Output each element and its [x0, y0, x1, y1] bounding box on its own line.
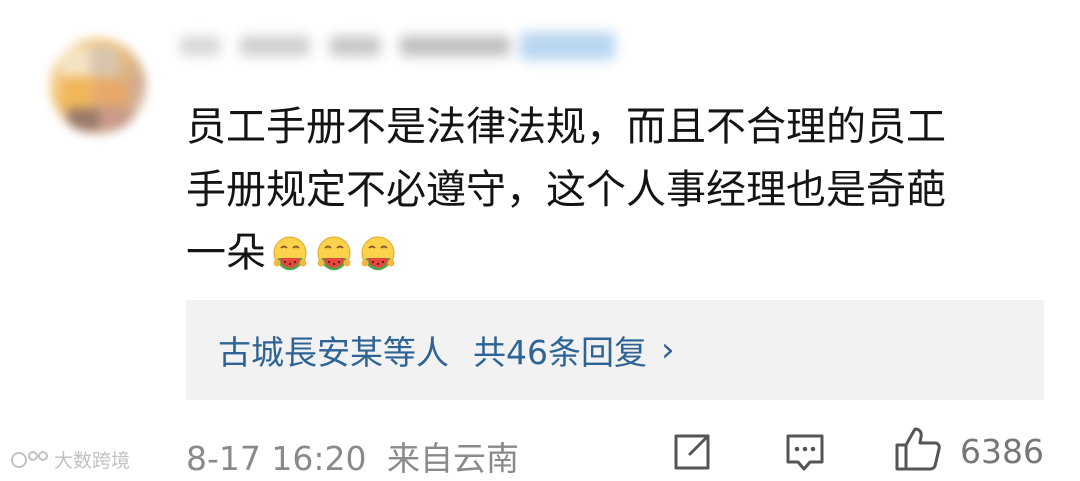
watermark: 大数跨境: [10, 446, 130, 473]
watermelon-eating-emoji-icon: [273, 236, 307, 271]
thumbs-up-icon[interactable]: [893, 425, 943, 473]
avatar[interactable]: [50, 38, 146, 134]
chevron-right-icon[interactable]: ›: [661, 330, 675, 370]
reply-count-link[interactable]: 共46条回复: [473, 326, 647, 374]
watermark-logo-icon: [11, 450, 48, 468]
comment-location: 来自云南: [387, 439, 519, 478]
comment-line: 员工手册不是法律法规，而且不合理的员工: [186, 104, 946, 150]
username-blurred[interactable]: [180, 24, 630, 68]
replies-preview[interactable]: 古城長安某 等人 共46条回复 ›: [186, 300, 1044, 400]
comment-line-last: 一朵: [186, 222, 1058, 285]
comment-text: 员工手册不是法律法规，而且不合理的员工 手册规定不必遵守，这个人事经理也是奇葩 …: [186, 96, 1058, 285]
comment-line: 手册规定不必遵守，这个人事经理也是奇葩: [186, 167, 946, 213]
comment-icon[interactable]: [782, 430, 828, 474]
watermark-text: 大数跨境: [54, 450, 131, 472]
share-icon[interactable]: [670, 430, 714, 474]
watermelon-eating-emoji-icon: [317, 236, 351, 271]
comment-meta: 8-17 16:20 来自云南: [186, 432, 519, 480]
reply-user-names[interactable]: 古城長安某: [218, 326, 383, 374]
like-count: 6386: [960, 432, 1044, 471]
reply-others-suffix: 等人: [383, 333, 449, 372]
watermelon-eating-emoji-icon: [361, 236, 395, 271]
comment-timestamp: 8-17 16:20: [186, 439, 367, 478]
